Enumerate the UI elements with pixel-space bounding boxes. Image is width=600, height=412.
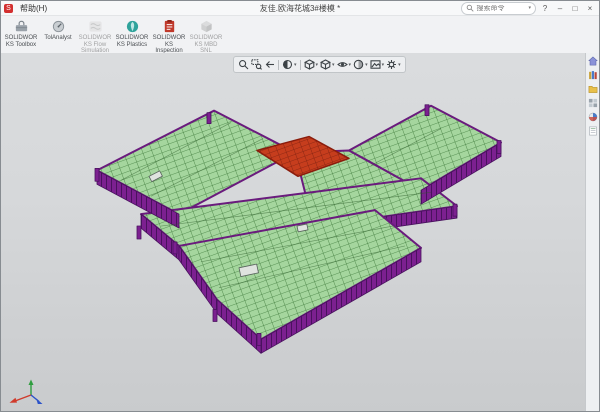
mbd-addin-icon [199,19,214,34]
dropdown-caret-icon: ▾ [294,62,297,68]
zoom-to-fit-button[interactable] [238,59,249,70]
view-orientation-button[interactable]: ▾ [304,59,319,70]
addins-toolbar: SOLIDWORKS Toolbox TolAnalyst SOLIDWORKS… [1,16,599,56]
addin-tolanalyst[interactable]: TolAnalyst [40,17,76,55]
tolanalyst-addin-icon [51,19,66,34]
search-dropdown-caret-icon[interactable]: ▾ [528,5,531,11]
previous-view-icon [264,59,275,70]
addin-label: TolAnalyst [44,35,71,42]
help-button[interactable]: ? [539,4,551,13]
file-explorer-button[interactable] [588,84,598,94]
addin-inspection[interactable]: SOLIDWORKS Inspection [151,17,187,55]
custom-properties-button[interactable] [588,126,598,136]
hide-show-items-button[interactable]: ▾ [337,59,352,70]
eye-icon [337,59,348,70]
display-style-button[interactable]: ▾ [320,59,335,70]
dropdown-caret-icon: ▾ [398,62,401,68]
command-search-box: ▾ [461,2,536,15]
apply-scene-button[interactable]: ▾ [370,59,385,70]
search-icon [466,4,474,12]
view-palette-button[interactable] [588,98,598,108]
inspection-addin-icon [162,19,177,34]
view-orientation-icon [304,59,315,70]
dropdown-caret-icon: ▾ [316,62,319,68]
addin-mbd-snl[interactable]: SOLIDWORKS MBD SNL [188,17,224,55]
toolbar-separator [278,60,279,70]
flow-simulation-addin-icon [88,19,103,34]
zoom-to-fit-icon [238,59,249,70]
appearances-scenes-button[interactable] [588,112,598,122]
headsup-view-toolbar: ▾ ▾ ▾ ▾ ▾ ▾ ▾ [233,56,406,73]
addin-plastics[interactable]: SOLIDWORKS Plastics [114,17,150,55]
toolbar-separator [300,60,301,70]
gear-icon [386,59,397,70]
scene-icon [370,59,381,70]
maximize-button[interactable]: □ [569,4,581,13]
solidworks-resources-button[interactable] [588,56,598,66]
orientation-triad [5,379,43,409]
folder-icon [588,84,598,94]
addin-solidworks-toolbox[interactable]: SOLIDWORKS Toolbox [3,17,39,55]
addin-label: SOLIDWORKS Plastics [114,35,150,48]
library-books-icon [588,70,598,80]
view-settings-button[interactable]: ▾ [386,59,401,70]
appearance-ball-icon [588,112,598,122]
minimize-button[interactable]: – [554,4,566,13]
properties-sheet-icon [588,126,598,136]
appearance-ball-icon [353,59,364,70]
plastics-addin-icon [125,19,140,34]
design-library-button[interactable] [588,70,598,80]
previous-view-button[interactable] [264,59,275,70]
app-logo-icon[interactable]: S [4,4,13,13]
close-button[interactable]: × [584,4,596,13]
menu-help[interactable]: 帮助(H) [17,3,50,14]
edit-appearance-button[interactable]: ▾ [353,59,368,70]
home-icon [588,56,598,66]
task-pane [585,53,599,411]
section-view-button[interactable]: ▾ [282,59,297,70]
title-bar: S 帮助(H) 友佳.欧海花城3#楼模 * ▾ ? – □ × [1,1,599,16]
zoom-to-area-button[interactable] [251,59,262,70]
dropdown-caret-icon: ▾ [332,62,335,68]
graphics-viewport[interactable]: ▾ ▾ ▾ ▾ ▾ ▾ ▾ [1,53,599,411]
solidworks-window: S 帮助(H) 友佳.欧海花城3#楼模 * ▾ ? – □ × SOLIDWOR… [0,0,600,412]
addin-flow-simulation[interactable]: SOLIDWORKS Flow Simulation [77,17,113,55]
dropdown-caret-icon: ▾ [382,62,385,68]
command-search-input[interactable] [476,5,526,12]
display-style-icon [320,59,331,70]
model-3d-view[interactable] [1,53,599,411]
section-view-icon [282,59,293,70]
palette-grid-icon [588,98,598,108]
addin-label: SOLIDWORKS Toolbox [3,35,39,48]
dropdown-caret-icon: ▾ [349,62,352,68]
toolbox-addin-icon [14,19,29,34]
dropdown-caret-icon: ▾ [365,62,368,68]
zoom-to-area-icon [251,59,262,70]
